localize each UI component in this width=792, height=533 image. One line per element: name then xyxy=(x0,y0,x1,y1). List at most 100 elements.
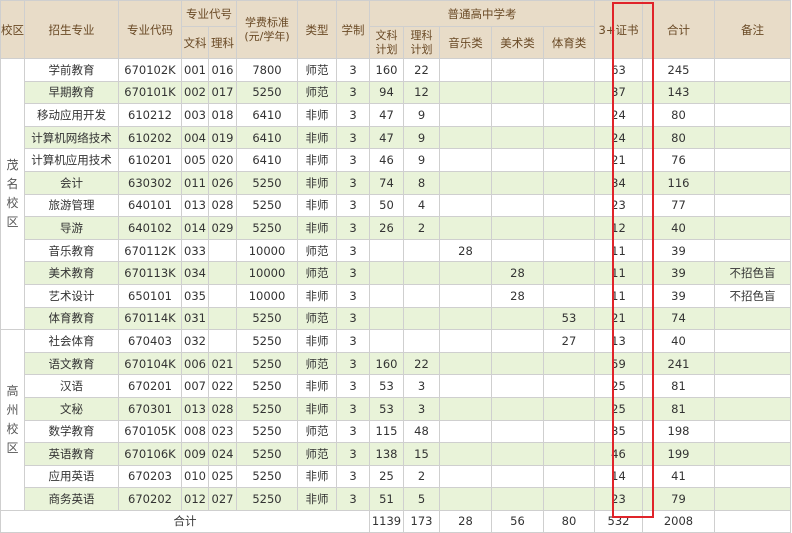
cell-code: 670203 xyxy=(118,464,182,489)
cell-music xyxy=(439,329,492,353)
cell-cert: 23 xyxy=(594,193,643,218)
cell-sports xyxy=(543,283,595,308)
cell-fee: 5250 xyxy=(236,329,298,353)
cell-major: 早期教育 xyxy=(24,80,119,105)
cell-like-code: 019 xyxy=(208,125,237,150)
cell-remark xyxy=(714,80,791,105)
cell-major: 会计 xyxy=(24,170,119,195)
cell-sports xyxy=(543,170,595,195)
cell-remark xyxy=(714,396,791,421)
header-wenke-plan-1: 文科 xyxy=(375,28,398,42)
campus-name: 茂名校区 xyxy=(6,158,19,230)
cell-cert: 63 xyxy=(594,58,643,82)
table-row: 汉语 670201 007 022 5250 非师 3 53 3 25 81 xyxy=(1,374,791,398)
cell-type: 非师 xyxy=(297,103,337,127)
cell-sports: 53 xyxy=(543,306,595,331)
cell-wenke-plan: 47 xyxy=(369,103,404,127)
cell-years: 3 xyxy=(336,193,370,218)
cell-wenke-code: 009 xyxy=(181,442,209,466)
cell-remark xyxy=(714,125,791,150)
cell-wenke-code: 008 xyxy=(181,419,209,444)
cell-art xyxy=(491,216,544,240)
total-liplan: 173 xyxy=(403,509,440,533)
cell-type: 师范 xyxy=(297,419,337,444)
cell-code: 610202 xyxy=(118,125,182,150)
cell-total: 39 xyxy=(642,283,715,308)
cell-major: 学前教育 xyxy=(24,58,119,82)
cell-like-plan: 9 xyxy=(403,125,440,150)
cell-type: 非师 xyxy=(297,283,337,308)
cell-like-plan: 9 xyxy=(403,148,440,172)
cell-type: 非师 xyxy=(297,374,337,398)
cell-remark: 不招色盲 xyxy=(714,261,791,285)
cell-music xyxy=(439,170,492,195)
header-type: 类型 xyxy=(297,0,337,59)
cell-years: 3 xyxy=(336,103,370,127)
cell-cert: 34 xyxy=(594,170,643,195)
cell-cert: 11 xyxy=(594,238,643,263)
header-like-plan-1: 理科 xyxy=(410,28,433,42)
cell-art xyxy=(491,329,544,353)
cell-like-plan: 4 xyxy=(403,193,440,218)
cell-remark xyxy=(714,374,791,398)
cell-like-plan: 48 xyxy=(403,419,440,444)
cell-code: 670101K xyxy=(118,80,182,105)
cell-type: 非师 xyxy=(297,125,337,150)
cell-art xyxy=(491,193,544,218)
cell-music xyxy=(439,80,492,105)
cell-like-plan: 22 xyxy=(403,58,440,82)
cell-years: 3 xyxy=(336,216,370,240)
cell-cert: 21 xyxy=(594,148,643,172)
cell-years: 3 xyxy=(336,125,370,150)
header-fee: 学费标准 (元/学年) xyxy=(236,0,298,59)
cell-wenke-plan xyxy=(369,306,404,331)
cell-fee: 10000 xyxy=(236,238,298,263)
cell-fee: 5250 xyxy=(236,442,298,466)
cell-music xyxy=(439,261,492,285)
cell-years: 3 xyxy=(336,306,370,331)
cell-art xyxy=(491,148,544,172)
cell-art xyxy=(491,374,544,398)
cell-code: 630302 xyxy=(118,170,182,195)
cell-total: 39 xyxy=(642,261,715,285)
cell-type: 非师 xyxy=(297,216,337,240)
cell-wenke-code: 004 xyxy=(181,125,209,150)
cell-type: 师范 xyxy=(297,261,337,285)
cell-total: 245 xyxy=(642,58,715,82)
cell-remark xyxy=(714,487,791,511)
total-music: 28 xyxy=(439,509,492,533)
cell-like-code: 025 xyxy=(208,464,237,489)
cell-like-plan: 22 xyxy=(403,351,440,376)
cell-cert: 11 xyxy=(594,261,643,285)
cell-years: 3 xyxy=(336,464,370,489)
cell-art xyxy=(491,419,544,444)
cell-like-code: 028 xyxy=(208,193,237,218)
cell-like-code: 017 xyxy=(208,80,237,105)
cell-wenke-plan: 26 xyxy=(369,216,404,240)
cell-like-plan: 3 xyxy=(403,396,440,421)
cell-fee: 5250 xyxy=(236,487,298,511)
header-major-code: 专业代号 xyxy=(181,0,237,27)
cell-cert: 25 xyxy=(594,374,643,398)
cell-like-plan xyxy=(403,261,440,285)
cell-like-code xyxy=(208,306,237,331)
cell-fee: 5250 xyxy=(236,396,298,421)
cell-remark xyxy=(714,329,791,353)
cell-total: 80 xyxy=(642,125,715,150)
cell-like-code: 028 xyxy=(208,396,237,421)
cell-sports xyxy=(543,58,595,82)
table-row: 旅游管理 640101 013 028 5250 非师 3 50 4 23 77 xyxy=(1,193,791,218)
cell-like-plan: 9 xyxy=(403,103,440,127)
cell-sports xyxy=(543,396,595,421)
cell-wenke-code: 002 xyxy=(181,80,209,105)
cell-fee: 5250 xyxy=(236,193,298,218)
cell-major: 商务英语 xyxy=(24,487,119,511)
cell-art xyxy=(491,238,544,263)
cell-wenke-code: 010 xyxy=(181,464,209,489)
cell-years: 3 xyxy=(336,80,370,105)
cell-wenke-code: 035 xyxy=(181,283,209,308)
header-music: 音乐类 xyxy=(439,26,492,59)
cell-type: 非师 xyxy=(297,464,337,489)
cell-major: 语文教育 xyxy=(24,351,119,376)
cell-like-code: 022 xyxy=(208,374,237,398)
